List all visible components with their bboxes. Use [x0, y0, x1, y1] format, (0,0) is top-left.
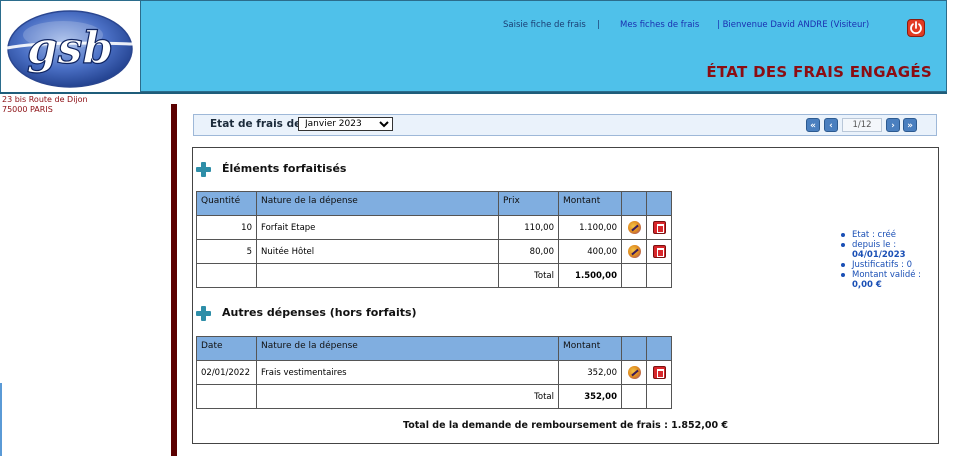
col-edit: [621, 336, 647, 361]
address-line-1: 23 bis Route de Dijon: [2, 95, 88, 104]
gsb-logo-icon: gsb: [6, 10, 134, 88]
cell-montant: 1.100,00: [558, 215, 622, 240]
left-edge-bar: [0, 383, 2, 456]
status-justificatifs: Justificatifs : 0: [836, 260, 921, 270]
table-total-row: Total 1.500,00: [196, 263, 672, 288]
nav-mes-fiches-link[interactable]: Mes fiches de frais: [620, 20, 699, 30]
status-montant-label: Montant validé :: [852, 270, 922, 280]
status-justificatifs-value: 0: [906, 260, 913, 270]
cell-prix: 110,00: [498, 215, 559, 240]
month-selector-bar: Etat de frais de Janvier 2023 « ‹ 1/12 ›…: [193, 114, 937, 136]
delete-icon[interactable]: [652, 245, 666, 258]
cell-date: 02/01/2022: [196, 360, 257, 385]
header-banner: gsb Saisie fiche de frais | Mes fiches d…: [0, 0, 948, 93]
nav-saisie-fiche-link[interactable]: Saisie fiche de frais: [503, 20, 586, 30]
cell-quantite: 10: [196, 215, 257, 240]
cell-prix: 80,00: [498, 239, 559, 264]
status-etat-label: Etat :: [852, 230, 878, 240]
status-depuis-label: depuis le :: [852, 240, 897, 250]
table-row: 02/01/2022 Frais vestimentaires 352,00: [196, 360, 672, 385]
col-quantite: Quantité: [196, 191, 257, 216]
status-etat-value: créé: [877, 230, 896, 240]
month-select[interactable]: Janvier 2023: [298, 117, 393, 131]
empty-cell: [646, 384, 672, 409]
cell-quantite: 5: [196, 239, 257, 264]
empty-cell: [196, 384, 257, 409]
total-label: Total: [498, 263, 559, 288]
status-montant: Montant validé :: [836, 270, 921, 280]
col-date: Date: [196, 336, 257, 361]
nav-separator: |: [597, 20, 600, 30]
header-divider: [0, 92, 947, 94]
hors-forfait-table: Date Nature de la dépense Montant 02/01/…: [196, 336, 672, 409]
power-icon: [910, 21, 922, 35]
status-depuis: depuis le :: [836, 240, 921, 250]
pager-input[interactable]: 1/12: [842, 118, 882, 132]
address-line-2: 75000 PARIS: [2, 104, 53, 114]
empty-cell: [646, 263, 672, 288]
edit-icon[interactable]: [627, 245, 641, 258]
plus-icon[interactable]: [196, 162, 211, 177]
delete-cell: [646, 239, 672, 264]
table-total-row: Total 352,00: [196, 384, 672, 409]
col-edit: [621, 191, 647, 216]
edit-cell: [621, 239, 647, 264]
pager-next-button[interactable]: ›: [886, 118, 900, 132]
empty-cell: [621, 263, 647, 288]
table-header-row: Quantité Nature de la dépense Prix Monta…: [196, 191, 672, 216]
cell-nature: Frais vestimentaires: [256, 360, 559, 385]
col-montant: Montant: [558, 336, 622, 361]
pager-last-button[interactable]: »: [903, 118, 917, 132]
total-value: 352,00: [558, 384, 622, 409]
delete-icon[interactable]: [652, 221, 666, 234]
edit-cell: [621, 360, 647, 385]
delete-icon[interactable]: [652, 366, 666, 379]
forfait-table: Quantité Nature de la dépense Prix Monta…: [196, 191, 672, 288]
status-list: Etat : créé depuis le : 04/01/2023 Justi…: [836, 230, 921, 290]
col-delete: [646, 191, 672, 216]
delete-cell: [646, 360, 672, 385]
status-justificatifs-label: Justificatifs :: [852, 260, 907, 270]
section-title-forfait: Éléments forfaitisés: [222, 162, 347, 175]
content-panel: Éléments forfaitisés Quantité Nature de …: [192, 147, 939, 444]
cell-nature: Nuitée Hôtel: [256, 239, 499, 264]
section-title-hors-forfait: Autres dépenses (hors forfaits): [222, 306, 417, 319]
plus-icon[interactable]: [196, 306, 211, 321]
edit-icon[interactable]: [627, 366, 641, 379]
pager-prev-button[interactable]: ‹: [824, 118, 838, 132]
delete-cell: [646, 215, 672, 240]
col-nature: Nature de la dépense: [256, 336, 559, 361]
col-montant: Montant: [558, 191, 622, 216]
empty-cell: [621, 384, 647, 409]
month-label: Etat de frais de: [210, 118, 302, 130]
table-row: 10 Forfait Etape 110,00 1.100,00: [196, 215, 672, 240]
pager-first-button[interactable]: «: [806, 118, 820, 132]
logout-button[interactable]: [907, 19, 925, 37]
total-label: Total: [256, 384, 559, 409]
edit-cell: [621, 215, 647, 240]
welcome-text: | Bienvenue David ANDRE (Visiteur): [717, 20, 870, 30]
col-nature: Nature de la dépense: [256, 191, 499, 216]
grand-total: Total de la demande de remboursement de …: [403, 420, 728, 431]
status-etat: Etat : créé: [836, 230, 921, 240]
total-value: 1.500,00: [558, 263, 622, 288]
gsb-logo[interactable]: gsb: [1, 1, 141, 93]
table-header-row: Date Nature de la dépense Montant: [196, 336, 672, 361]
content-left-border: [171, 104, 177, 456]
col-prix: Prix: [498, 191, 559, 216]
cell-montant: 400,00: [558, 239, 622, 264]
cell-nature: Forfait Etape: [256, 215, 499, 240]
company-address: 23 bis Route de Dijon 75000 PARIS: [2, 95, 88, 114]
status-depuis-value: 04/01/2023: [852, 250, 906, 260]
empty-cell: [196, 263, 257, 288]
top-nav: Saisie fiche de frais | Mes fiches de fr…: [1, 20, 948, 34]
empty-cell: [256, 263, 499, 288]
cell-montant: 352,00: [558, 360, 622, 385]
page-title: ÉTAT DES FRAIS ENGAGÉS: [706, 63, 932, 81]
edit-icon[interactable]: [627, 221, 641, 234]
table-row: 5 Nuitée Hôtel 80,00 400,00: [196, 239, 672, 264]
col-delete: [646, 336, 672, 361]
status-montant-value: 0,00 €: [852, 280, 882, 290]
